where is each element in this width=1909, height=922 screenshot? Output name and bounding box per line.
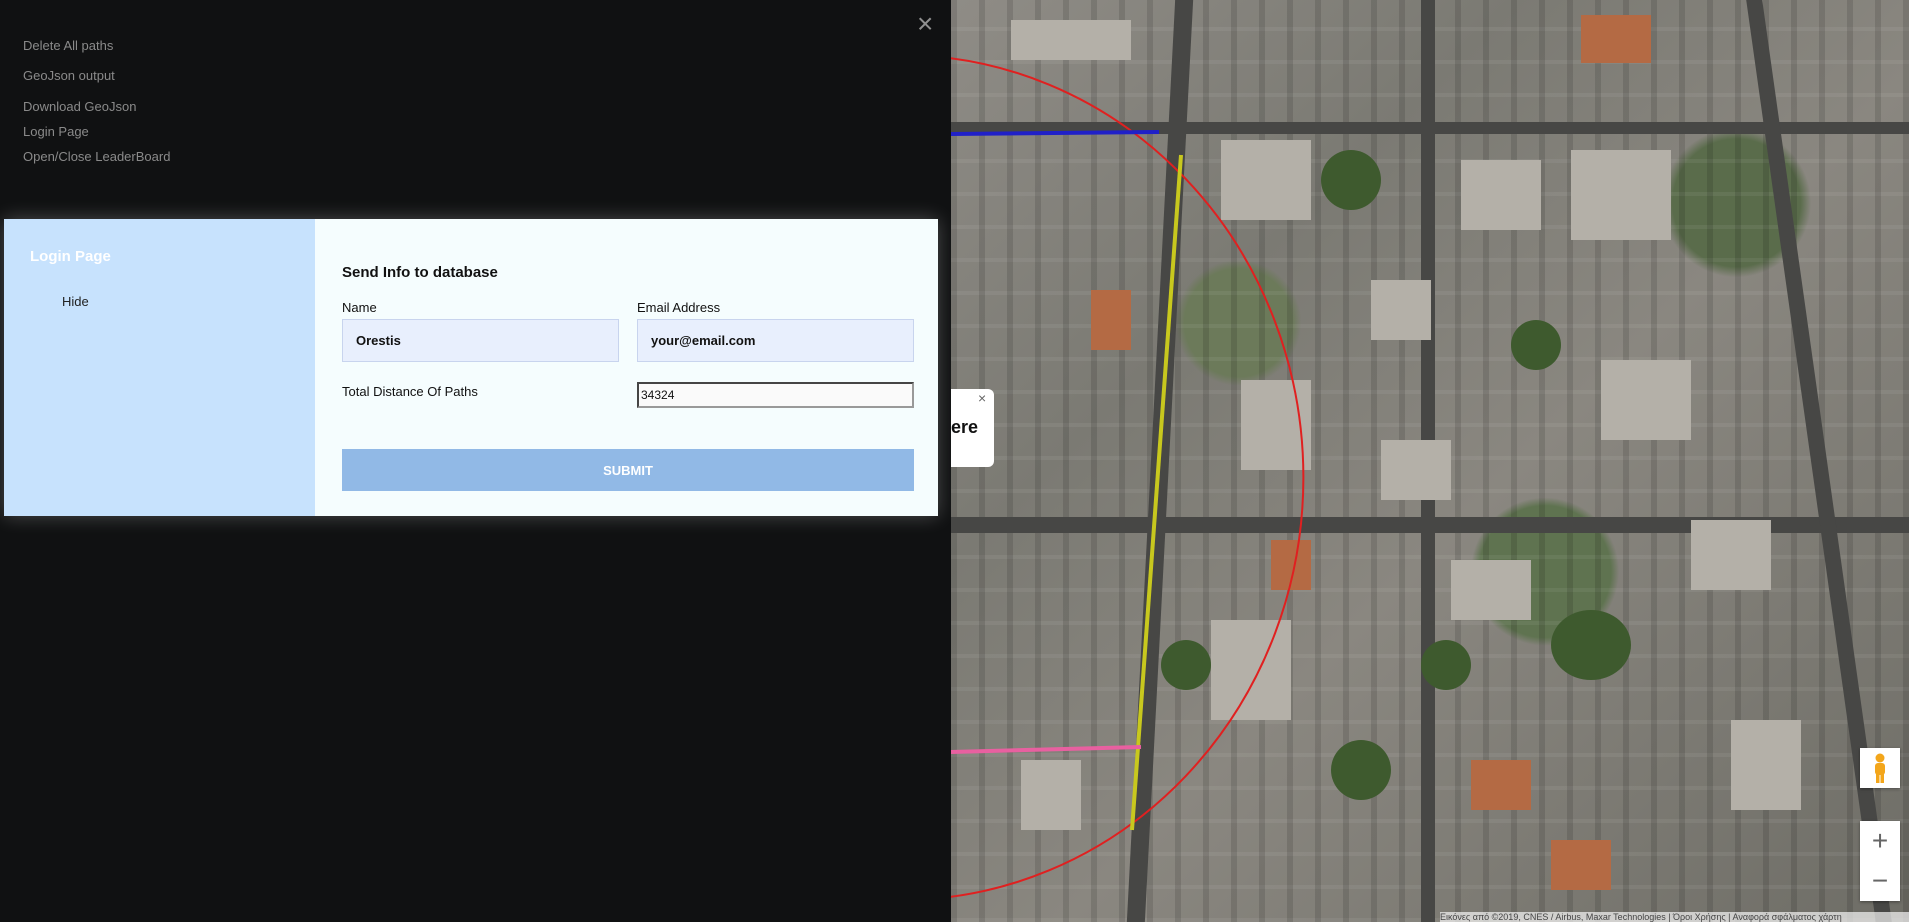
close-icon[interactable]: × — [917, 10, 933, 38]
zoom-in-button[interactable]: + — [1860, 821, 1900, 861]
name-label: Name — [342, 300, 377, 315]
distance-field[interactable] — [637, 382, 914, 408]
login-modal: Login Page Hide Send Info to database Na… — [4, 219, 938, 516]
blue-path — [951, 130, 1160, 136]
pegman-icon — [1875, 753, 1885, 783]
download-geojson-link[interactable]: Download GeoJson — [23, 99, 136, 114]
email-label: Email Address — [637, 300, 721, 315]
satellite-map[interactable]: Εικόνες από ©2019, CNES / Airbus, Maxar … — [951, 0, 1909, 922]
side-navigation: × Delete All paths GeoJson output Downlo… — [0, 0, 951, 922]
geojson-output-link[interactable]: GeoJson output — [23, 68, 115, 83]
distance-label: Total Distance Of Paths — [342, 384, 478, 399]
close-icon[interactable]: × — [978, 390, 986, 406]
pink-path — [951, 745, 1142, 754]
map-info-popup: × ere — [951, 389, 994, 467]
login-form: Send Info to database Name Email Address… — [315, 219, 938, 516]
form-title: Send Info to database — [342, 264, 498, 281]
name-field[interactable] — [342, 319, 619, 362]
submit-button[interactable]: SUBMIT — [342, 449, 914, 491]
hide-button[interactable]: Hide — [62, 294, 89, 309]
yellow-path — [1130, 154, 1183, 831]
login-page-link[interactable]: Login Page — [23, 124, 89, 139]
email-field[interactable] — [637, 319, 914, 362]
map-attribution: Εικόνες από ©2019, CNES / Airbus, Maxar … — [1440, 912, 1909, 922]
zoom-control: + − — [1860, 821, 1900, 901]
zoom-out-button[interactable]: − — [1860, 861, 1900, 901]
leaderboard-toggle-link[interactable]: Open/Close LeaderBoard — [23, 149, 170, 164]
delete-all-paths-link[interactable]: Delete All paths — [23, 38, 113, 53]
map-path-overlay — [951, 57, 1305, 898]
modal-title: Login Page — [30, 248, 111, 265]
street-view-pegman[interactable] — [1860, 748, 1900, 788]
radius-circle — [951, 57, 1305, 898]
modal-sidebar: Login Page Hide — [4, 219, 315, 516]
popup-text: ere — [951, 417, 979, 437]
